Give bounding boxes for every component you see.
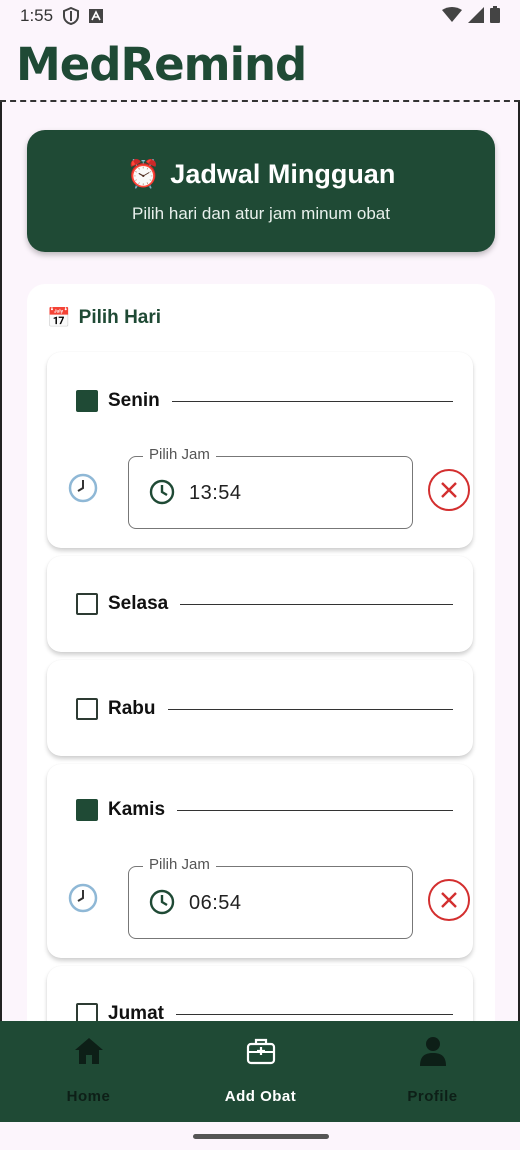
time-value-kamis: 06:54 bbox=[189, 892, 242, 914]
day-label-rabu: Rabu bbox=[108, 698, 156, 719]
clock-icon bbox=[67, 882, 99, 914]
nav-label-add-obat: Add Obat bbox=[224, 1088, 297, 1105]
shield-icon bbox=[63, 7, 80, 25]
day-card-rabu: Rabu bbox=[47, 660, 473, 756]
remove-time-button-kamis[interactable] bbox=[428, 879, 470, 921]
alarm-clock-icon: ⏰ bbox=[126, 159, 161, 189]
close-icon bbox=[441, 482, 457, 498]
day-card-selasa: Selasa bbox=[47, 556, 473, 652]
bottom-navigation: Home Add Obat Profile bbox=[0, 1021, 520, 1122]
day-label-kamis: Kamis bbox=[108, 799, 166, 820]
medical-kit-icon bbox=[174, 1035, 347, 1067]
time-row-senin: Pilih Jam 13:54 bbox=[67, 446, 470, 529]
status-time: 1:55 bbox=[20, 6, 54, 25]
day-label-senin: Senin bbox=[108, 390, 160, 411]
divider bbox=[177, 809, 453, 811]
time-picker-senin[interactable]: Pilih Jam 13:54 bbox=[128, 446, 413, 529]
time-value-senin: 13:54 bbox=[189, 482, 242, 504]
nav-item-profile[interactable]: Profile bbox=[346, 1021, 519, 1122]
nav-label-home: Home bbox=[66, 1088, 111, 1105]
checkbox-jumat[interactable] bbox=[76, 1003, 98, 1021]
schedule-banner: ⏰ Jadwal Mingguan Pilih hari dan atur ja… bbox=[27, 130, 495, 252]
calendar-icon: 📅 bbox=[47, 308, 71, 329]
close-icon bbox=[441, 892, 457, 908]
status-bar: 1:55 bbox=[0, 0, 520, 32]
day-card-jumat: Jumat bbox=[47, 966, 473, 1021]
app-title: MedRemind bbox=[16, 38, 307, 91]
person-icon bbox=[346, 1035, 519, 1067]
divider bbox=[175, 1013, 453, 1015]
time-row-kamis: Pilih Jam 06:54 bbox=[67, 856, 470, 939]
time-field-label: Pilih Jam bbox=[143, 856, 216, 873]
clock-icon bbox=[149, 479, 175, 510]
nav-label-profile: Profile bbox=[407, 1088, 458, 1105]
clock-icon bbox=[67, 472, 99, 504]
day-row-selasa[interactable]: Selasa bbox=[76, 593, 453, 615]
remove-time-button-senin[interactable] bbox=[428, 469, 470, 511]
divider bbox=[180, 603, 453, 605]
banner-title-text: Jadwal Mingguan bbox=[170, 158, 396, 189]
day-row-kamis[interactable]: Kamis bbox=[76, 799, 453, 821]
battery-icon bbox=[490, 6, 500, 28]
day-selection-panel: 📅 Pilih Hari Senin Pilih Jam 13:54 Selas… bbox=[27, 284, 495, 1021]
wifi-icon bbox=[442, 6, 462, 28]
a-icon bbox=[89, 9, 104, 23]
panel-title: 📅 Pilih Hari bbox=[47, 306, 161, 330]
nav-item-add-obat[interactable]: Add Obat bbox=[174, 1021, 347, 1122]
banner-subtitle: Pilih hari dan atur jam minum obat bbox=[132, 204, 390, 223]
time-field-label: Pilih Jam bbox=[143, 446, 216, 463]
day-card-kamis: Kamis Pilih Jam 06:54 bbox=[47, 764, 473, 958]
home-icon bbox=[2, 1035, 175, 1067]
signal-icon bbox=[468, 6, 484, 28]
day-label-selasa: Selasa bbox=[108, 593, 169, 614]
main-content[interactable]: ⏰ Jadwal Mingguan Pilih hari dan atur ja… bbox=[0, 104, 520, 1021]
day-row-senin[interactable]: Senin bbox=[76, 390, 453, 412]
app-header: MedRemind bbox=[0, 32, 520, 102]
checkbox-senin[interactable] bbox=[76, 390, 98, 412]
banner-title: ⏰ Jadwal Mingguan bbox=[27, 158, 495, 190]
nav-item-home[interactable]: Home bbox=[2, 1021, 175, 1122]
day-card-senin: Senin Pilih Jam 13:54 bbox=[47, 352, 473, 548]
checkbox-selasa[interactable] bbox=[76, 593, 98, 615]
day-row-rabu[interactable]: Rabu bbox=[76, 698, 453, 720]
day-row-jumat[interactable]: Jumat bbox=[76, 1003, 453, 1021]
clock-icon bbox=[149, 889, 175, 920]
panel-title-text: Pilih Hari bbox=[78, 307, 162, 328]
divider bbox=[167, 708, 453, 710]
divider bbox=[171, 400, 453, 402]
checkbox-rabu[interactable] bbox=[76, 698, 98, 720]
checkbox-kamis[interactable] bbox=[76, 799, 98, 821]
time-picker-kamis[interactable]: Pilih Jam 06:54 bbox=[128, 856, 413, 939]
day-label-jumat: Jumat bbox=[108, 1003, 164, 1021]
gesture-navigation-bar[interactable] bbox=[193, 1134, 329, 1139]
